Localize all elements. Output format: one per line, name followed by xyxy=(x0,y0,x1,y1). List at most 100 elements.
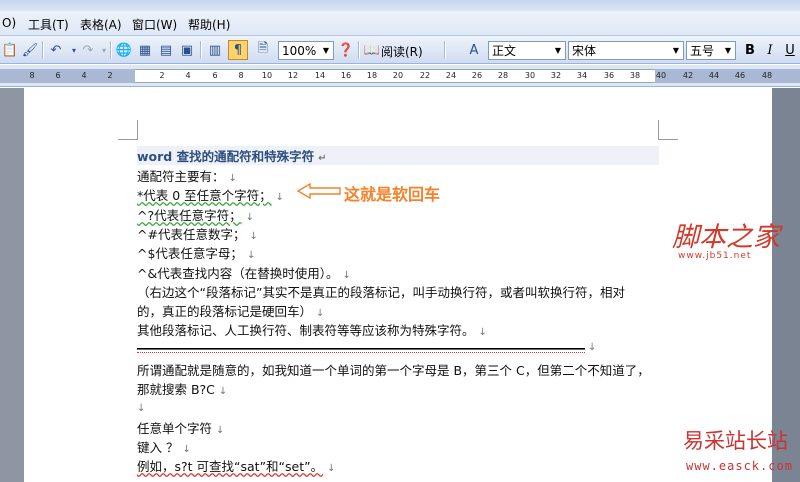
ruler-tick-label: 18 xyxy=(366,71,378,80)
watermark-url-bottom: www.easck.com xyxy=(686,459,793,473)
chevron-down-icon: ▼ xyxy=(724,46,732,55)
styles-formatting-icon[interactable]: A xyxy=(464,40,484,60)
ruler-tick-label: 8 xyxy=(29,71,35,80)
doc-line: 的，真正的段落标记是硬回车） ↓ xyxy=(137,304,325,319)
ruler-tick-label: 6 xyxy=(212,71,218,80)
paste-icon[interactable]: 📋 xyxy=(0,40,20,60)
insert-table-icon[interactable]: ▤ xyxy=(156,40,176,60)
read-icon[interactable]: 📖 xyxy=(362,40,382,60)
soft-return-icon: ↓ xyxy=(588,342,597,353)
ruler-tick-label: 10 xyxy=(261,71,273,80)
ruler-tick-label: 32 xyxy=(550,71,562,80)
standard-toolbar: 📋 🖌 ↶ ▾ ↷ ▾ 🌐 ▦ ▤ ▣ ▥ ¶ 🗎 100% ▼ ❓ 📖 阅读(… xyxy=(0,36,800,64)
paragraph-mark-icon: ↓ xyxy=(228,173,237,184)
menu-item-window[interactable]: 窗口(W) xyxy=(132,16,177,33)
chevron-down-icon: ▼ xyxy=(554,46,562,55)
doc-line: *代表 0 至任意个字符； ↓ xyxy=(137,188,285,203)
font-value: 宋体 xyxy=(572,44,597,58)
doc-line: 通配符主要有： ↓ xyxy=(137,169,237,184)
doc-line: 键入 ？ ↓ xyxy=(137,440,191,455)
soft-return-icon: ↓ xyxy=(275,192,285,203)
soft-return-icon: ↓ xyxy=(182,444,191,455)
soft-return-icon: ↓ xyxy=(216,425,225,436)
doc-line: ^#代表任意数字； ↓ xyxy=(137,227,258,242)
ruler-tick-label: 28 xyxy=(497,71,509,80)
chevron-down-icon: ▼ xyxy=(672,46,680,55)
doc-line: 其他段落标记、人工换行符、制表符等等应该称为特殊字符。 ↓ xyxy=(137,323,487,338)
ruler-tick-label: 36 xyxy=(603,71,615,80)
ruler-tick-label: 40 xyxy=(655,71,667,80)
spelling-squiggle xyxy=(137,352,585,353)
format-painter-icon[interactable]: 🖌 xyxy=(20,40,40,60)
soft-return-icon: ↓ xyxy=(249,231,258,242)
read-button[interactable]: 阅读(R) xyxy=(381,43,423,60)
watermark-url-top: www.jb51.net xyxy=(678,251,752,261)
watermark-logo-top: 脚本之家 xyxy=(672,222,780,253)
font-size-select[interactable]: 五号 ▼ xyxy=(686,41,736,60)
font-size-value: 五号 xyxy=(690,44,715,58)
soft-return-icon: ↓ xyxy=(137,403,146,414)
doc-line: ^?代表任意字符； ↓ xyxy=(137,208,254,223)
horizontal-rule xyxy=(137,348,585,350)
ruler-left-margin xyxy=(0,69,135,83)
doc-line: 任意单个字符 ↓ xyxy=(137,421,225,436)
soft-return-icon: ↓ xyxy=(342,270,351,281)
hyperlink-icon[interactable]: 🌐 xyxy=(114,40,134,60)
ruler-tick-label: 42 xyxy=(682,71,694,80)
ruler-tick-label: 24 xyxy=(445,71,457,80)
ruler-tick-label: 22 xyxy=(419,71,431,80)
soft-return-icon: ↓ xyxy=(246,250,256,261)
undo-icon[interactable]: ↶ xyxy=(46,40,66,60)
doc-line: ^$代表任意字母； ↓ xyxy=(137,246,256,261)
italic-button[interactable]: I xyxy=(760,40,780,60)
toolbar-handle[interactable] xyxy=(444,41,446,59)
doc-line: （右边这个“段落标记”其实不是真正的段落标记，叫手动换行符，或者叫软换行符，相对 xyxy=(137,285,625,300)
insert-excel-icon[interactable]: ▣ xyxy=(177,40,197,60)
ruler-tick-label: 44 xyxy=(708,71,720,80)
toolbar-separator xyxy=(358,41,360,59)
toolbar-separator xyxy=(200,41,202,59)
annotation-label: 这就是软回车 xyxy=(344,185,441,204)
horizontal-ruler[interactable]: 8 6 4 2 2 4 6 8 10 12 14 16 18 20 22 24 26 28 30 32 34 36 38 40… xyxy=(0,65,800,87)
document-title: word 查找的通配符和特殊字符 ↵ xyxy=(137,146,659,165)
zoom-select[interactable]: 100% ▼ xyxy=(278,41,334,60)
underline-button[interactable]: U xyxy=(780,40,800,60)
menu-item-table[interactable]: 表格(A) xyxy=(80,16,122,33)
ruler-tick-label: 30 xyxy=(524,71,536,80)
soft-return-icon: ↓ xyxy=(316,308,325,319)
ruler-tick-label: 2 xyxy=(159,71,165,80)
document-map-icon[interactable]: 🗎 xyxy=(253,40,273,60)
ruler-tick-label: 34 xyxy=(576,71,588,80)
ruler-tick-label: 14 xyxy=(314,71,326,80)
zoom-value: 100% xyxy=(282,43,317,58)
menu-item-help[interactable]: 帮助(H) xyxy=(188,16,230,33)
ruler-tick-label: 12 xyxy=(287,71,299,80)
ruler-tick-label: 48 xyxy=(761,71,773,80)
watermark-logo-bottom: 易采站长站 xyxy=(683,429,788,453)
tables-borders-icon[interactable]: ▦ xyxy=(135,40,155,60)
paragraph-mark-icon: ↵ xyxy=(318,153,327,164)
columns-icon[interactable]: ▥ xyxy=(205,40,225,60)
toolbar-separator xyxy=(110,41,112,59)
ruler-tick-label: 46 xyxy=(734,71,746,80)
soft-return-icon: ↓ xyxy=(218,386,228,397)
menu-item-partial[interactable]: O) xyxy=(2,16,16,30)
help-icon[interactable]: ❓ xyxy=(336,40,356,60)
doc-line: ↓ xyxy=(137,399,145,414)
style-select[interactable]: 正文 ▼ xyxy=(488,41,566,60)
ruler-tick-label: 38 xyxy=(629,71,641,80)
title-strip xyxy=(0,0,800,11)
left-arrow-icon xyxy=(296,183,341,199)
bold-button[interactable]: B xyxy=(740,40,760,60)
doc-line: ^&代表查找内容（在替换时使用）。 ↓ xyxy=(137,266,351,281)
ruler-tick-label: 2 xyxy=(107,71,113,80)
margin-corner-mark xyxy=(658,120,678,140)
doc-line: 那就搜索 B?C ↓ xyxy=(137,382,228,397)
show-hide-marks-icon[interactable]: ¶ xyxy=(228,40,248,60)
font-select[interactable]: 宋体 ▼ xyxy=(568,41,684,60)
scroll-gutter xyxy=(772,88,800,482)
margin-corner-mark xyxy=(118,120,138,140)
menu-item-tools[interactable]: 工具(T) xyxy=(28,16,69,33)
ruler-right-margin xyxy=(655,69,800,83)
chevron-down-icon: ▼ xyxy=(322,46,330,55)
